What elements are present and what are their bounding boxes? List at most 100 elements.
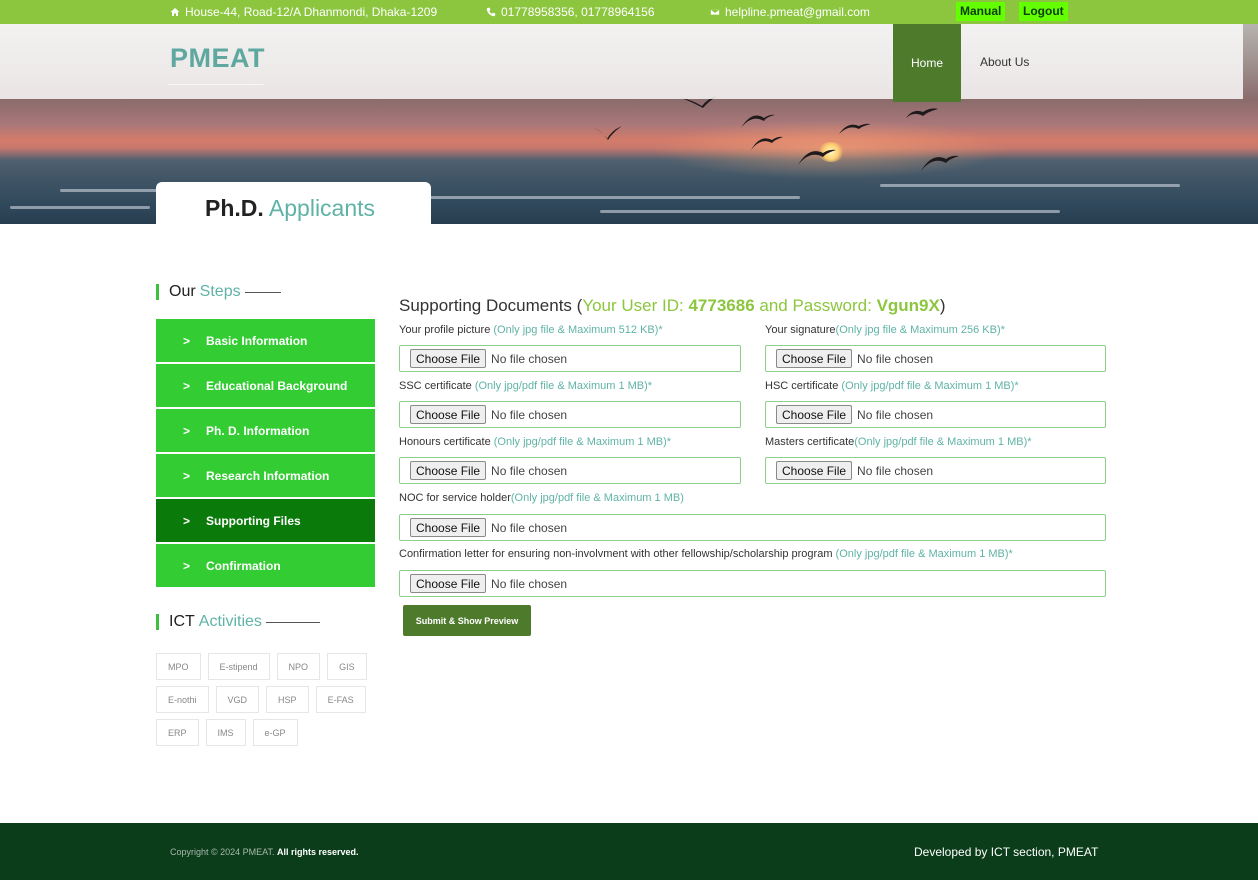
ict-tag[interactable]: NPO — [276, 653, 321, 680]
page-title-rest: Applicants — [268, 195, 376, 221]
email-text[interactable]: helpline.pmeat@gmail.com — [725, 5, 870, 19]
steps-heading-a: Our — [169, 283, 196, 300]
phone-text: 01778958356, 01778964156 — [501, 5, 655, 19]
ict-tag[interactable]: VGD — [215, 686, 260, 713]
no-file-text: No file chosen — [857, 351, 934, 366]
noc-file-input[interactable]: Choose File No file chosen — [399, 514, 1106, 541]
label-hint: (Only jpg/pdf file & Maximum 1 MB)* — [474, 380, 653, 392]
page-title: Ph.D. Applicants — [205, 195, 375, 222]
label-text: Confirmation letter for ensuring non-inv… — [399, 548, 836, 560]
signature-file-input[interactable]: Choose File No file chosen — [765, 345, 1106, 372]
ict-tag[interactable]: HSP — [266, 686, 309, 713]
label-text: Honours certificate — [399, 436, 494, 448]
choose-file-button[interactable]: Choose File — [410, 518, 487, 537]
no-file-text: No file chosen — [491, 463, 568, 478]
no-file-text: No file chosen — [491, 351, 568, 366]
steps-heading-b: Steps — [199, 283, 241, 300]
password-value: Vgun9X — [876, 296, 940, 315]
masters-certificate-label: Masters certificate(Only jpg/pdf file & … — [765, 436, 1032, 448]
heading-rule — [244, 291, 281, 293]
step-educational-background[interactable]: > Educational Background — [156, 364, 375, 407]
bird-icon — [906, 108, 938, 118]
logo-underline — [168, 84, 264, 85]
label-hint: (Only jpg file & Maximum 512 KB)* — [493, 324, 663, 336]
ict-tag[interactable]: E-nothi — [156, 686, 209, 713]
choose-file-button[interactable]: Choose File — [410, 405, 487, 424]
ict-tag[interactable]: e-GP — [252, 719, 298, 746]
step-phd-information[interactable]: > Ph. D. Information — [156, 409, 375, 452]
choose-file-button[interactable]: Choose File — [410, 461, 487, 480]
choose-file-button[interactable]: Choose File — [410, 349, 487, 368]
site-logo[interactable]: PMEAT — [170, 43, 265, 74]
no-file-text: No file chosen — [491, 576, 568, 591]
step-basic-information[interactable]: > Basic Information — [156, 319, 375, 362]
page-title-tab: Ph.D. Applicants — [156, 182, 431, 226]
ict-tag[interactable]: MPO — [156, 653, 201, 680]
chevron-right-icon: > — [183, 558, 191, 573]
manual-button[interactable]: Manual — [956, 2, 1006, 21]
label-text: Your profile picture — [399, 324, 494, 336]
choose-file-button[interactable]: Choose File — [776, 461, 853, 480]
step-confirmation[interactable]: > Confirmation — [156, 544, 375, 587]
bird-icon — [839, 123, 871, 134]
label-text: Masters certificate — [765, 436, 855, 448]
step-label: Supporting Files — [206, 513, 301, 528]
envelope-icon — [710, 8, 720, 16]
ssc-certificate-file-input[interactable]: Choose File No file chosen — [399, 401, 741, 428]
developer-credit: Developed by ICT section, PMEAT — [914, 845, 1099, 859]
masters-certificate-file-input[interactable]: Choose File No file chosen — [765, 457, 1106, 484]
top-bar: House-44, Road-12/A Dhanmondi, Dhaka-120… — [0, 0, 1258, 24]
ict-tag[interactable]: GIS — [327, 653, 367, 680]
wave — [600, 210, 1060, 213]
bird-icon — [798, 149, 836, 165]
ict-tag[interactable]: E-stipend — [207, 653, 270, 680]
password-label: and Password: — [754, 296, 877, 315]
choose-file-button[interactable]: Choose File — [410, 574, 487, 593]
no-file-text: No file chosen — [491, 520, 568, 535]
profile-picture-file-input[interactable]: Choose File No file chosen — [399, 345, 741, 372]
honours-certificate-file-input[interactable]: Choose File No file chosen — [399, 457, 741, 484]
submit-preview-button[interactable]: Submit & Show Preview — [403, 605, 531, 636]
bird-icon — [594, 126, 622, 140]
chevron-right-icon: > — [183, 468, 191, 483]
chevron-right-icon: > — [183, 513, 191, 528]
address-info: House-44, Road-12/A Dhanmondi, Dhaka-120… — [170, 5, 437, 19]
steps-nav: > Basic Information > Educational Backgrou… — [156, 319, 375, 589]
choose-file-button[interactable]: Choose File — [776, 405, 853, 424]
wave — [10, 206, 150, 209]
nav-about-us[interactable]: About Us — [980, 55, 1029, 69]
confirmation-letter-file-input[interactable]: Choose File No file chosen — [399, 570, 1106, 597]
copyright: Copyright © 2024 PMEAT. All rights reser… — [170, 847, 359, 857]
no-file-text: No file chosen — [857, 463, 934, 478]
bird-icon — [751, 136, 783, 150]
ict-heading: ICT Activities — [156, 613, 320, 631]
heading-accent-bar — [156, 614, 159, 630]
user-id-value: 4773686 — [688, 296, 755, 315]
step-label: Basic Information — [206, 333, 308, 348]
bird-icon — [741, 114, 775, 128]
ict-tag[interactable]: ERP — [156, 719, 199, 746]
step-label: Confirmation — [206, 558, 281, 573]
no-file-text: No file chosen — [491, 407, 568, 422]
profile-picture-label: Your profile picture (Only jpg file & Ma… — [399, 324, 663, 336]
step-supporting-files[interactable]: > Supporting Files — [156, 499, 375, 542]
user-id-label: Your User ID: — [582, 296, 689, 315]
label-text: Your signature — [765, 324, 836, 336]
label-hint: (Only jpg/pdf file & Maximum 1 MB)* — [841, 380, 1019, 392]
step-label: Ph. D. Information — [206, 423, 310, 438]
logout-button[interactable]: Logout — [1019, 2, 1068, 21]
hsc-certificate-file-input[interactable]: Choose File No file chosen — [765, 401, 1106, 428]
nav-home[interactable]: Home — [893, 24, 961, 102]
step-research-information[interactable]: > Research Information — [156, 454, 375, 497]
ict-tag[interactable]: IMS — [205, 719, 246, 746]
home-icon — [170, 8, 180, 16]
choose-file-button[interactable]: Choose File — [776, 349, 853, 368]
step-label: Research Information — [206, 468, 330, 483]
ict-tag[interactable]: E-FAS — [315, 686, 366, 713]
ssc-certificate-label: SSC certificate (Only jpg/pdf file & Max… — [399, 380, 652, 392]
step-label: Educational Background — [206, 378, 348, 393]
no-file-text: No file chosen — [857, 407, 934, 422]
label-hint: (Only jpg/pdf file & Maximum 1 MB)* — [835, 548, 1013, 560]
phone-icon — [486, 7, 496, 17]
bird-icon — [921, 155, 959, 171]
